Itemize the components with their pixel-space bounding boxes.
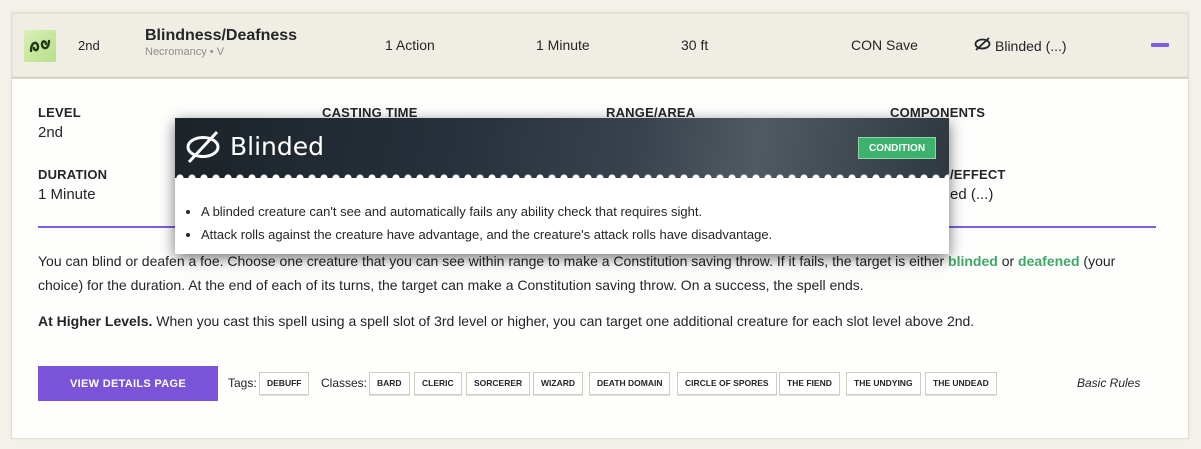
condition-tooltip: Blinded CONDITION A blinded creature can…	[175, 118, 949, 254]
spell-school: Necromancy • V	[145, 46, 225, 58]
eye-slash-icon	[974, 37, 991, 54]
view-details-button[interactable]: VIEW DETAILS PAGE	[38, 366, 218, 401]
stat-level-label: LEVEL	[38, 105, 81, 120]
class-wizard[interactable]: WIZARD	[533, 372, 583, 395]
class-the-undead[interactable]: THE UNDEAD	[925, 372, 997, 395]
spell-level: 2nd	[78, 38, 100, 53]
class-cleric[interactable]: CLERIC	[414, 372, 462, 395]
spell-description: You can blind or deafen a foe. Choose on…	[38, 249, 1138, 345]
blinded-link[interactable]: blinded	[948, 253, 998, 269]
higher-levels-text: When you cast this spell using a spell s…	[152, 313, 975, 329]
spell-effect-label: Blinded (...)	[995, 37, 1067, 54]
spell-casting-time: 1 Action	[385, 37, 435, 53]
higher-levels-paragraph: At Higher Levels. When you cast this spe…	[38, 309, 1138, 333]
spell-effect[interactable]: Blinded (...)	[974, 37, 1067, 54]
tooltip-body: A blinded creature can't see and automat…	[185, 200, 925, 246]
deafened-link[interactable]: deafened	[1018, 253, 1079, 269]
spell-header-row[interactable]: 2nd Blindness/Deafness Necromancy • V 1 …	[12, 13, 1188, 79]
stat-effect-value: ed (...)	[950, 186, 994, 203]
higher-levels-label: At Higher Levels.	[38, 313, 153, 329]
stat-duration: DURATION 1 Minute	[38, 167, 107, 203]
source-label[interactable]: Basic Rules	[1077, 376, 1140, 390]
class-bard[interactable]: BARD	[369, 372, 410, 395]
tooltip-title: Blinded	[230, 132, 325, 161]
stat-effect: /EFFECT ed (...)	[950, 167, 1006, 203]
spell-name[interactable]: Blindness/Deafness	[145, 27, 297, 45]
tooltip-header: Blinded CONDITION	[175, 118, 949, 178]
class-sorcerer[interactable]: SORCERER	[466, 372, 531, 395]
tooltip-list: A blinded creature can't see and automat…	[185, 200, 925, 246]
tooltip-item: A blinded creature can't see and automat…	[201, 200, 925, 223]
description-paragraph: You can blind or deafen a foe. Choose on…	[38, 249, 1138, 297]
class-death-domain[interactable]: DEATH DOMAIN	[589, 372, 671, 395]
spell-range: 30 ft	[681, 37, 709, 53]
eye-slash-icon	[185, 129, 221, 170]
stat-duration-value: 1 Minute	[38, 186, 96, 203]
class-the-fiend[interactable]: THE FIEND	[779, 372, 840, 395]
spell-duration: 1 Minute	[536, 37, 590, 53]
stat-level: LEVEL 2nd	[38, 105, 81, 141]
class-circle-of-spores[interactable]: CIRCLE OF SPORES	[677, 372, 777, 395]
condition-badge: CONDITION	[858, 137, 936, 159]
description-or: or	[997, 253, 1019, 269]
collapse-button[interactable]	[1151, 43, 1169, 47]
stat-effect-label: /EFFECT	[950, 167, 1006, 182]
tooltip-item: Attack rolls against the creature have a…	[201, 223, 925, 246]
classes-label: Classes:	[321, 376, 368, 390]
tag-debuff[interactable]: DEBUFF	[259, 372, 310, 395]
description-text: You can blind or deafen a foe. Choose on…	[38, 253, 949, 269]
tags-label: Tags:	[228, 376, 257, 390]
stat-duration-label: DURATION	[38, 167, 108, 182]
necromancy-icon	[24, 30, 56, 62]
spell-save: CON Save	[851, 37, 918, 53]
stat-level-value: 2nd	[38, 124, 64, 141]
class-the-undying[interactable]: THE UNDYING	[846, 372, 921, 395]
